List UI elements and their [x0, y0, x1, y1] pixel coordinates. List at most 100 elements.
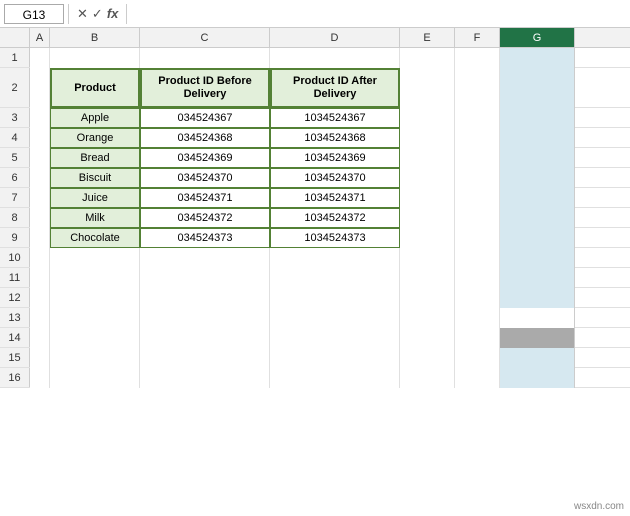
cell-G8[interactable]	[500, 208, 575, 228]
col-header-e[interactable]: E	[400, 28, 455, 47]
cell-C2[interactable]: Product ID Before Delivery	[140, 68, 270, 108]
cell-F12[interactable]	[455, 288, 500, 308]
col-header-c[interactable]: C	[140, 28, 270, 47]
cell-F10[interactable]	[455, 248, 500, 268]
cell-G5[interactable]	[500, 148, 575, 168]
cell-F14[interactable]	[455, 328, 500, 348]
cell-F2[interactable]	[455, 68, 500, 108]
cell-G2[interactable]	[500, 68, 575, 108]
cell-A9[interactable]	[30, 228, 50, 248]
cell-B3[interactable]: Apple	[50, 108, 140, 128]
cell-B8[interactable]: Milk	[50, 208, 140, 228]
cell-E3[interactable]	[400, 108, 455, 128]
cell-E14[interactable]	[400, 328, 455, 348]
cell-B10[interactable]	[50, 248, 140, 268]
cell-B5[interactable]: Bread	[50, 148, 140, 168]
cell-E9[interactable]	[400, 228, 455, 248]
cell-D13[interactable]	[270, 308, 400, 328]
col-header-b[interactable]: B	[50, 28, 140, 47]
cell-E15[interactable]	[400, 348, 455, 368]
cell-F8[interactable]	[455, 208, 500, 228]
cell-G7[interactable]	[500, 188, 575, 208]
cell-C3[interactable]: 034524367	[140, 108, 270, 128]
cell-B15[interactable]	[50, 348, 140, 368]
cell-D14[interactable]	[270, 328, 400, 348]
cell-B11[interactable]	[50, 268, 140, 288]
cell-G3[interactable]	[500, 108, 575, 128]
cell-A13[interactable]	[30, 308, 50, 328]
cell-C16[interactable]	[140, 368, 270, 388]
cell-C4[interactable]: 034524368	[140, 128, 270, 148]
cell-D4[interactable]: 1034524368	[270, 128, 400, 148]
cell-B6[interactable]: Biscuit	[50, 168, 140, 188]
cell-A5[interactable]	[30, 148, 50, 168]
cell-A7[interactable]	[30, 188, 50, 208]
cell-F4[interactable]	[455, 128, 500, 148]
cell-D3[interactable]: 1034524367	[270, 108, 400, 128]
cell-F6[interactable]	[455, 168, 500, 188]
cell-E7[interactable]	[400, 188, 455, 208]
cell-C8[interactable]: 034524372	[140, 208, 270, 228]
cell-A2[interactable]	[30, 68, 50, 108]
cell-A14[interactable]	[30, 328, 50, 348]
cell-C6[interactable]: 034524370	[140, 168, 270, 188]
cell-B16[interactable]	[50, 368, 140, 388]
cell-E11[interactable]	[400, 268, 455, 288]
cell-C1[interactable]	[140, 48, 270, 68]
formula-input[interactable]	[131, 4, 626, 24]
cell-B13[interactable]	[50, 308, 140, 328]
cell-A16[interactable]	[30, 368, 50, 388]
cell-G13[interactable]	[500, 308, 575, 328]
cell-B9[interactable]: Chocolate	[50, 228, 140, 248]
cell-G14[interactable]	[500, 328, 575, 348]
col-header-d[interactable]: D	[270, 28, 400, 47]
cell-D12[interactable]	[270, 288, 400, 308]
cell-C13[interactable]	[140, 308, 270, 328]
cell-F11[interactable]	[455, 268, 500, 288]
cell-A1[interactable]	[30, 48, 50, 68]
cell-E6[interactable]	[400, 168, 455, 188]
cell-F7[interactable]	[455, 188, 500, 208]
cell-D1[interactable]	[270, 48, 400, 68]
cell-G16[interactable]	[500, 368, 575, 388]
col-header-f[interactable]: F	[455, 28, 500, 47]
cell-G4[interactable]	[500, 128, 575, 148]
cell-E16[interactable]	[400, 368, 455, 388]
cell-C10[interactable]	[140, 248, 270, 268]
cell-G12[interactable]	[500, 288, 575, 308]
cell-D8[interactable]: 1034524372	[270, 208, 400, 228]
cell-E1[interactable]	[400, 48, 455, 68]
cell-C12[interactable]	[140, 288, 270, 308]
cell-G9[interactable]	[500, 228, 575, 248]
cell-A15[interactable]	[30, 348, 50, 368]
cell-A6[interactable]	[30, 168, 50, 188]
cell-G6[interactable]	[500, 168, 575, 188]
cell-B14[interactable]	[50, 328, 140, 348]
cell-B12[interactable]	[50, 288, 140, 308]
cell-E13[interactable]	[400, 308, 455, 328]
cell-D7[interactable]: 1034524371	[270, 188, 400, 208]
cell-B7[interactable]: Juice	[50, 188, 140, 208]
cell-F9[interactable]	[455, 228, 500, 248]
cell-F15[interactable]	[455, 348, 500, 368]
cell-D9[interactable]: 1034524373	[270, 228, 400, 248]
cell-G1[interactable]	[500, 48, 575, 68]
cell-D15[interactable]	[270, 348, 400, 368]
cell-F13[interactable]	[455, 308, 500, 328]
cell-A8[interactable]	[30, 208, 50, 228]
cell-G10[interactable]	[500, 248, 575, 268]
cell-F3[interactable]	[455, 108, 500, 128]
cell-A3[interactable]	[30, 108, 50, 128]
cell-E8[interactable]	[400, 208, 455, 228]
cell-C9[interactable]: 034524373	[140, 228, 270, 248]
cell-E10[interactable]	[400, 248, 455, 268]
cell-D11[interactable]	[270, 268, 400, 288]
cell-F1[interactable]	[455, 48, 500, 68]
cell-E4[interactable]	[400, 128, 455, 148]
cell-D10[interactable]	[270, 248, 400, 268]
cell-B1[interactable]	[50, 48, 140, 68]
cancel-icon[interactable]: ✕	[77, 6, 88, 22]
cell-D16[interactable]	[270, 368, 400, 388]
confirm-icon[interactable]: ✓	[92, 6, 103, 22]
cell-A10[interactable]	[30, 248, 50, 268]
